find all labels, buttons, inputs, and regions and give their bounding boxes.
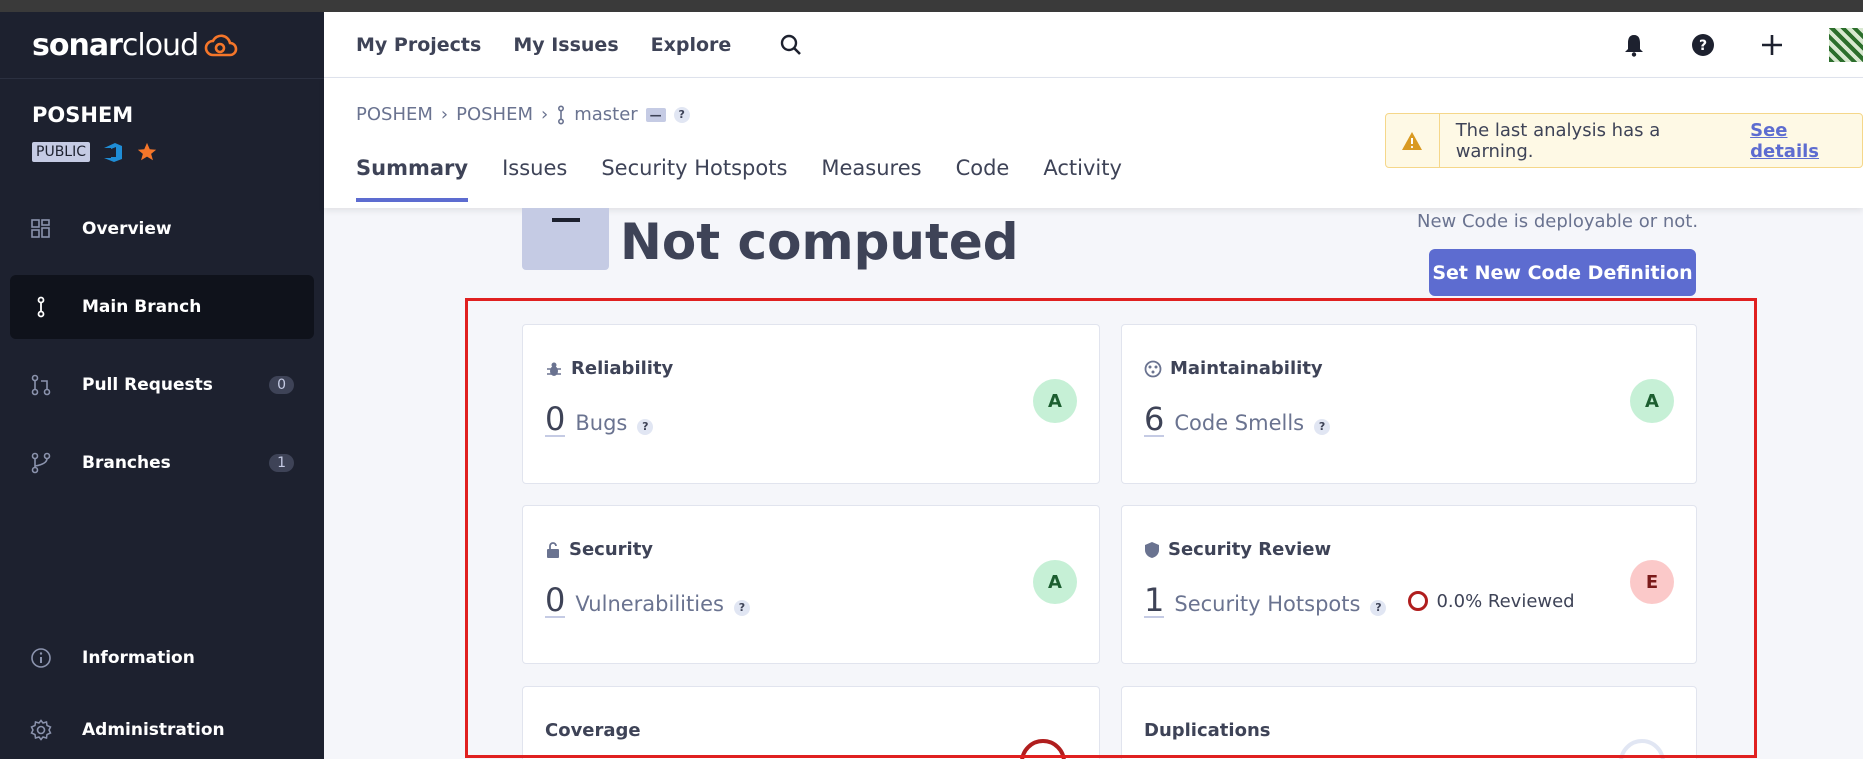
branch-icon — [30, 296, 52, 318]
tab-security-hotspots[interactable]: Security Hotspots — [601, 156, 787, 202]
quality-gate-mini-badge: — — [645, 107, 666, 122]
sidebar-nav: Overview Main Branch Pull Requests 0 Bra… — [0, 197, 324, 495]
chevron-right-icon: › — [440, 104, 449, 125]
analysis-warning-banner: The last analysis has a warning. See det… — [1385, 113, 1863, 168]
sidebar-item-main-branch[interactable]: Main Branch — [10, 275, 314, 339]
tab-summary[interactable]: Summary — [356, 156, 469, 202]
annotation-highlight-box — [465, 298, 1757, 758]
favorite-star-icon[interactable] — [136, 141, 158, 163]
azure-devops-icon[interactable] — [102, 141, 124, 163]
sidebar-item-label: Branches — [82, 453, 171, 473]
tab-code[interactable]: Code — [956, 156, 1010, 202]
gear-icon — [30, 719, 52, 741]
sonarcloud-logo[interactable]: sonarcloud — [0, 12, 324, 79]
project-tabs: Summary Issues Security Hotspots Measure… — [356, 156, 1122, 202]
sidebar-item-label: Information — [82, 648, 195, 668]
breadcrumb: POSHEM › POSHEM › master — ? — [356, 104, 690, 125]
tab-measures[interactable]: Measures — [821, 156, 921, 202]
warning-text: The last analysis has a warning. — [1455, 119, 1661, 162]
sidebar: sonarcloud POSHEM PUBLIC Overview Main B… — [0, 12, 324, 759]
sidebar-item-label: Overview — [82, 219, 172, 239]
tab-activity[interactable]: Activity — [1043, 156, 1122, 202]
set-new-code-definition-button[interactable]: Set New Code Definition — [1429, 249, 1696, 296]
sidebar-item-pull-requests[interactable]: Pull Requests 0 — [10, 353, 314, 417]
see-details-link[interactable]: See details — [1750, 120, 1862, 162]
sidebar-item-information[interactable]: Information — [10, 630, 314, 686]
browser-top-strip — [0, 0, 1863, 12]
breadcrumb-branch[interactable]: master — [574, 104, 637, 125]
search-icon[interactable] — [779, 33, 803, 57]
logo-text-light: cloud — [121, 27, 199, 63]
info-icon — [30, 647, 52, 669]
sidebar-item-overview[interactable]: Overview — [10, 197, 314, 261]
branches-icon — [30, 452, 52, 474]
sidebar-item-label: Pull Requests — [82, 375, 213, 395]
header-link-my-projects[interactable]: My Projects — [356, 34, 481, 56]
top-header: My Projects My Issues Explore ? — [324, 12, 1863, 78]
svg-text:?: ? — [1699, 38, 1707, 54]
pull-requests-count-badge: 0 — [269, 376, 294, 394]
chevron-right-icon: › — [540, 104, 549, 125]
project-name: POSHEM — [32, 103, 134, 127]
tab-issues[interactable]: Issues — [502, 156, 567, 202]
plus-icon[interactable] — [1761, 34, 1783, 56]
quality-gate-status-icon — [522, 208, 609, 270]
branch-icon — [558, 104, 565, 125]
header-link-explore[interactable]: Explore — [651, 34, 732, 56]
help-badge[interactable]: ? — [673, 106, 690, 123]
bell-icon[interactable] — [1623, 33, 1645, 57]
sidebar-item-administration[interactable]: Administration — [10, 702, 314, 758]
sidebar-item-label: Administration — [82, 720, 225, 740]
cloud-logo-icon — [204, 34, 238, 57]
project-info: POSHEM PUBLIC — [0, 79, 324, 163]
pull-request-icon — [30, 374, 52, 396]
dashboard-icon — [30, 219, 52, 239]
breadcrumb-project[interactable]: POSHEM — [456, 104, 533, 125]
visibility-badge: PUBLIC — [32, 142, 90, 162]
new-code-hint: New Code is deployable or not. — [1417, 211, 1699, 232]
breadcrumb-org[interactable]: POSHEM — [356, 104, 433, 125]
warning-icon — [1386, 114, 1440, 167]
sidebar-item-branches[interactable]: Branches 1 — [10, 431, 314, 495]
branches-count-badge: 1 — [269, 454, 294, 472]
quality-gate-status: Not computed — [620, 213, 1019, 271]
sidebar-bottom-nav: Information Administration — [0, 630, 324, 759]
logo-text-bold: sonar — [32, 27, 123, 63]
user-avatar[interactable] — [1829, 28, 1863, 62]
sidebar-item-label: Main Branch — [82, 297, 202, 317]
header-link-my-issues[interactable]: My Issues — [513, 34, 618, 56]
help-icon[interactable]: ? — [1691, 33, 1715, 57]
